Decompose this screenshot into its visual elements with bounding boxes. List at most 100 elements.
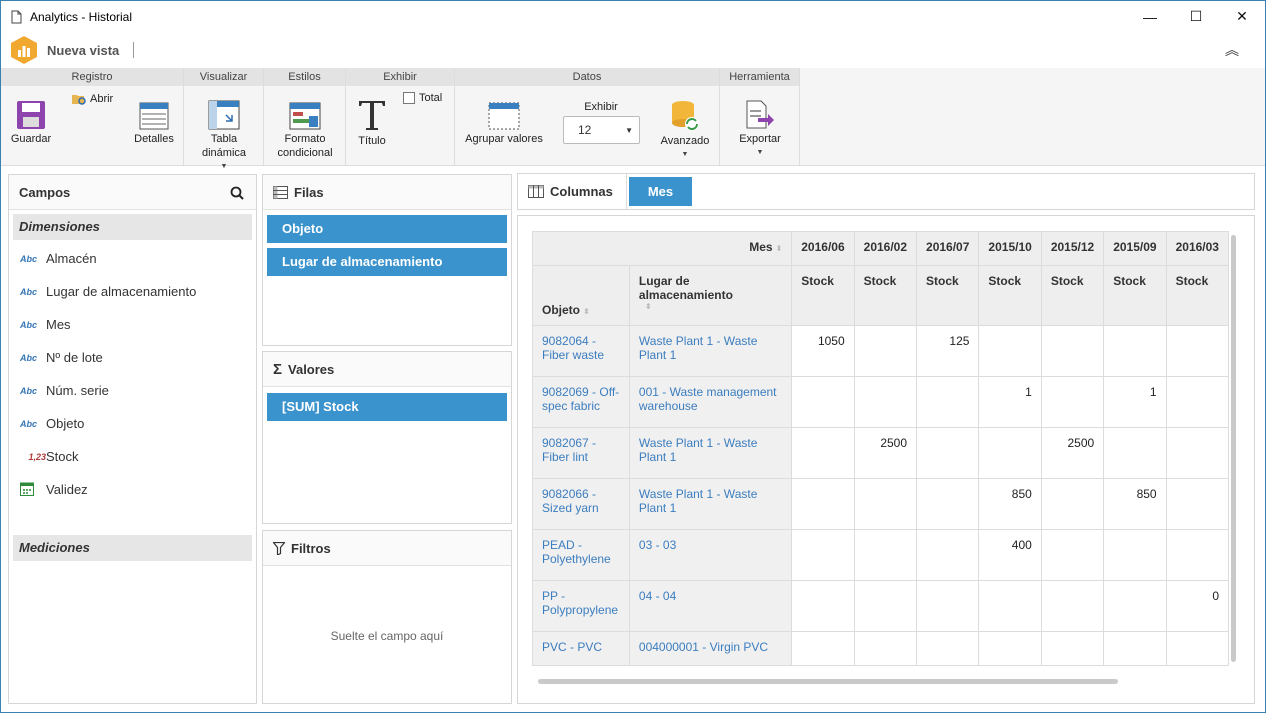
objeto-cell[interactable]: 9082069 - Off-spec fabric — [532, 376, 630, 428]
filas-chip-lugar[interactable]: Lugar de almacenamiento — [267, 248, 507, 276]
value-cell: 850 — [978, 478, 1042, 530]
month-header: 2016/02 — [853, 231, 918, 266]
total-checkbox[interactable]: Total — [403, 91, 453, 105]
filas-chip-objeto[interactable]: Objeto — [267, 215, 507, 243]
value-cell — [916, 529, 980, 581]
analytics-logo-icon — [11, 36, 37, 64]
value-cell — [1040, 376, 1105, 428]
field-item[interactable]: Abc Almacén — [9, 242, 256, 275]
guardar-button[interactable]: Guardar — [9, 100, 53, 146]
detalles-button[interactable]: Detalles — [131, 102, 177, 146]
lugar-cell[interactable]: 004000001 - Virgin PVC — [628, 631, 793, 666]
vertical-scrollbar[interactable] — [1231, 235, 1236, 662]
columnas-chip-mes[interactable]: Mes — [629, 177, 692, 206]
value-cell: 1 — [1103, 376, 1167, 428]
pivot-grid: Mes ⬍ 2016/06 2016/02 2016/07 2015/10 2015/12 2… — [532, 231, 1229, 666]
value-cell — [853, 478, 918, 530]
campos-header: Campos — [9, 175, 256, 210]
field-item[interactable]: Validez — [9, 473, 256, 506]
ribbon-group-title: Estilos — [264, 68, 345, 86]
lugar-header-text: Lugar de almacenamiento — [638, 274, 733, 302]
calendar-icon — [20, 481, 46, 498]
minimize-button[interactable]: — — [1127, 1, 1173, 32]
objeto-cell[interactable]: 9082064 - Fiber waste — [532, 325, 630, 377]
text-field-icon: Abc — [20, 385, 38, 396]
lugar-cell[interactable]: 001 - Waste management warehouse — [628, 376, 793, 428]
exportar-label: Exportar — [739, 133, 781, 145]
value-cell-text: 1 — [1025, 385, 1032, 399]
lugar-cell[interactable]: Waste Plant 1 - Waste Plant 1 — [628, 427, 793, 479]
tabla-dinamica-button[interactable]: Tabla dinámica ▼ — [194, 100, 254, 174]
value-cell — [1103, 529, 1167, 581]
sort-icon[interactable]: ⬍ — [645, 302, 782, 311]
agrupar-valores-button[interactable]: Agrupar valores — [463, 102, 545, 146]
exportar-button[interactable]: Exportar ▼ — [732, 100, 788, 160]
value-cell-text: 125 — [949, 334, 970, 348]
value-cell: 2500 — [853, 427, 918, 479]
field-label: Validez — [46, 482, 88, 497]
field-item[interactable]: Abc Mes — [9, 308, 256, 341]
columnas-divider — [626, 174, 627, 209]
lugar-header[interactable]: Lugar de almacenamiento ⬍ — [628, 265, 793, 326]
lugar-cell[interactable]: Waste Plant 1 - Waste Plant 1 — [628, 325, 793, 377]
sort-icon[interactable]: ⬍ — [583, 307, 590, 316]
month-header-text: 2016/03 — [1175, 240, 1219, 254]
detalles-label: Detalles — [134, 133, 174, 145]
mes-header[interactable]: Mes ⬍ — [532, 231, 793, 266]
abrir-button[interactable]: Abrir — [71, 92, 121, 106]
close-button[interactable]: ✕ — [1219, 1, 1265, 32]
month-header-text: 2016/02 — [863, 240, 908, 254]
value-cell: 2500 — [1040, 427, 1105, 479]
collapse-ribbon-button[interactable]: ︽ — [1225, 40, 1239, 60]
value-cell — [1040, 580, 1105, 632]
filtros-panel[interactable]: Filtros Suelte el campo aquí — [262, 530, 512, 704]
document-icon — [11, 10, 22, 23]
value-cell — [1165, 376, 1229, 428]
table-row: 9082067 - Fiber lint Waste Plant 1 - Wast… — [532, 427, 1229, 479]
value-cell — [1040, 325, 1105, 377]
field-item[interactable]: Abc Objeto — [9, 407, 256, 440]
field-label: Mes — [46, 317, 71, 332]
sort-icon[interactable]: ⬍ — [776, 244, 783, 253]
table-row: 9082066 - Sized yarn Waste Plant 1 - Wast… — [532, 478, 1229, 530]
objeto-cell[interactable]: PP - Polypropylene — [532, 580, 630, 632]
field-item[interactable]: Abc Lugar de almacenamiento — [9, 275, 256, 308]
objeto-cell-text: PP - Polypropylene — [542, 589, 619, 617]
measure-header: Stock — [853, 265, 918, 326]
ribbon-group-exhibir: Exhibir Título Total — [346, 68, 455, 166]
maximize-button[interactable]: ☐ — [1173, 1, 1219, 32]
horizontal-scrollbar[interactable] — [538, 679, 1118, 684]
field-label: Núm. serie — [46, 383, 109, 398]
objeto-cell[interactable]: PVC - PVC — [532, 631, 630, 666]
details-grid-icon — [139, 102, 169, 130]
columnas-panel: Columnas Mes — [517, 173, 1255, 210]
value-cell — [1103, 325, 1167, 377]
value-cell — [916, 580, 980, 632]
exhibir-select[interactable]: 12 ▼ — [563, 116, 640, 144]
titulo-button[interactable]: Título — [354, 98, 390, 148]
lugar-cell[interactable]: 04 - 04 — [628, 580, 793, 632]
lugar-cell-text: Waste Plant 1 - Waste Plant 1 — [638, 487, 758, 515]
field-item[interactable]: Abc Nº de lote — [9, 341, 256, 374]
objeto-header[interactable]: Objeto ⬍ — [532, 265, 630, 326]
database-refresh-icon — [672, 101, 699, 131]
formato-condicional-button[interactable]: Formato condicional — [272, 102, 338, 160]
lugar-cell[interactable]: Waste Plant 1 - Waste Plant 1 — [628, 478, 793, 530]
text-field-icon: Abc — [20, 319, 38, 330]
lugar-cell[interactable]: 03 - 03 — [628, 529, 793, 581]
columns-table-icon — [528, 185, 544, 198]
valores-chip-stock[interactable]: [SUM] Stock — [267, 393, 507, 421]
field-item[interactable]: 1,23 Stock — [9, 440, 256, 473]
value-cell — [978, 325, 1042, 377]
field-item[interactable]: Abc Núm. serie — [9, 374, 256, 407]
value-cell — [1040, 478, 1105, 530]
avanzado-button[interactable]: Avanzado ▼ — [655, 100, 715, 162]
measure-header-text: Stock — [863, 274, 897, 288]
value-cell — [791, 529, 855, 581]
search-icon[interactable] — [230, 186, 244, 200]
objeto-cell[interactable]: 9082066 - Sized yarn — [532, 478, 630, 530]
objeto-cell[interactable]: PEAD - Polyethylene — [532, 529, 630, 581]
window-title: Analytics - Historial — [30, 9, 133, 24]
value-cell: 400 — [978, 529, 1042, 581]
objeto-cell[interactable]: 9082067 - Fiber lint — [532, 427, 630, 479]
